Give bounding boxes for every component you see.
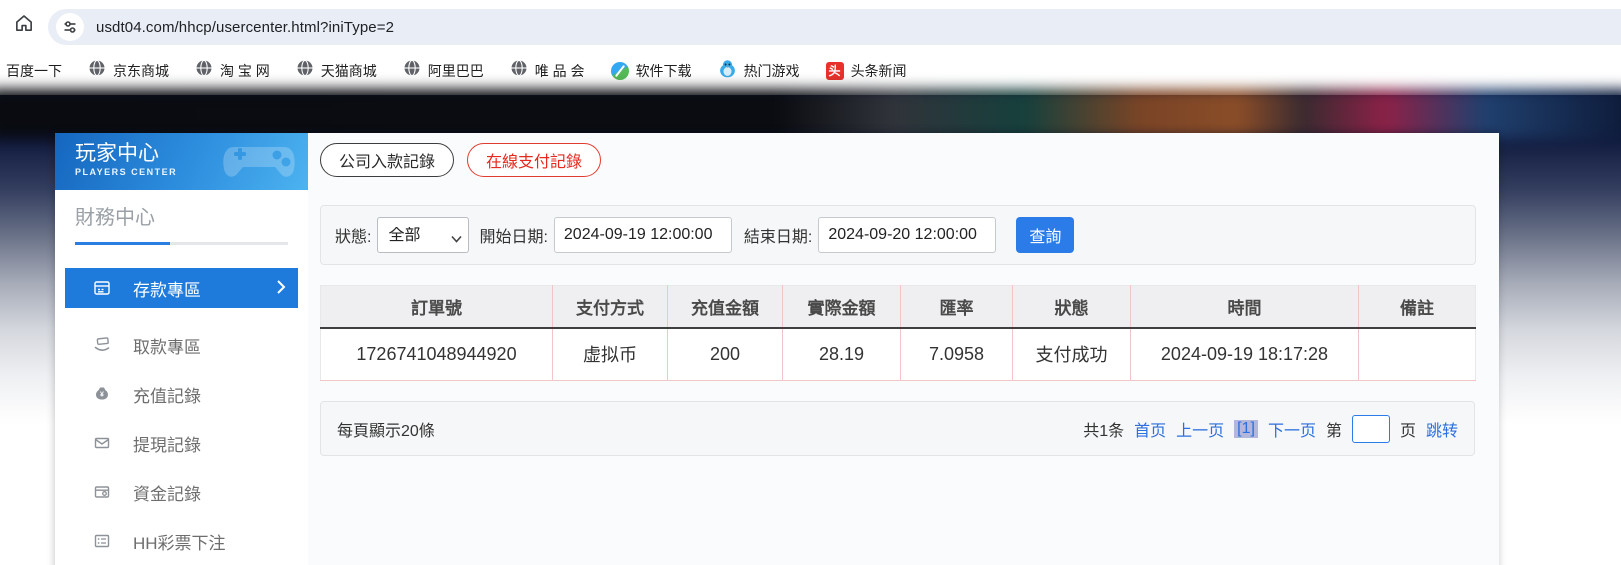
col-order-number: 訂單號	[320, 285, 553, 329]
prev-page-link[interactable]: 上一页	[1176, 417, 1224, 441]
col-exchange-rate: 匯率	[900, 285, 1013, 329]
envelope-cash-icon	[93, 434, 111, 452]
bookmark-baidu[interactable]: 百度一下	[6, 61, 62, 81]
address-bar[interactable]: usdt04.com/hhcp/usercenter.html?iniType=…	[48, 9, 1621, 45]
sidebar-item-withdraw[interactable]: 取款專區	[65, 325, 298, 365]
sidebar-item-label: 提現記錄	[133, 435, 201, 455]
sidebar-item-deposit[interactable]: 存款專區	[65, 268, 298, 308]
col-remark: 備註	[1358, 285, 1476, 329]
table-header-row: 訂單號 支付方式 充值金額 實際金額 匯率 狀態 時間 備註	[320, 285, 1476, 329]
main-content: 公司入款記錄 在線支付記錄 狀態: 全部 開始日期: 結束日期: 查	[308, 133, 1499, 565]
status-select[interactable]: 全部	[377, 217, 470, 253]
finance-center-heading: 財務中心	[75, 207, 155, 229]
tab-company-deposit-records[interactable]: 公司入款記錄	[320, 143, 455, 177]
globe-icon	[88, 59, 106, 82]
bet-list-icon	[93, 532, 111, 550]
bookmark-taobao[interactable]: 淘 宝 网	[195, 59, 270, 82]
tab-online-payment-records[interactable]: 在線支付記錄	[467, 143, 602, 177]
sidebar-item-label: 存款專區	[133, 280, 201, 300]
record-tabs: 公司入款記錄 在線支付記錄	[320, 143, 1476, 177]
sidebar-item-label: 取款專區	[133, 337, 201, 357]
col-actual-amount: 實際金額	[782, 285, 901, 329]
bookmarks-bar: 百度一下 京东商城 淘 宝 网 天猫商城 阿里巴巴 唯 品 会 软件下载 热门游…	[0, 46, 1621, 95]
user-center-panel: 玩家中心 PLAYERS CENTER 財務中心 存款專區 取款專區 ¥ 充值記…	[55, 133, 1499, 565]
sidebar-item-label: 資金記錄	[133, 484, 201, 504]
current-page-indicator: [1]	[1234, 419, 1258, 438]
start-date-input[interactable]	[553, 217, 732, 253]
jump-link[interactable]: 跳转	[1426, 417, 1458, 441]
page-banner	[0, 89, 1621, 139]
wallet-icon	[93, 483, 111, 501]
page-jump-input[interactable]	[1351, 414, 1390, 443]
payment-records-table: 訂單號 支付方式 充值金額 實際金額 匯率 狀態 時間 備註 172674104	[320, 285, 1476, 381]
bookmark-toutiao[interactable]: 头 头条新闻	[825, 61, 907, 81]
filter-bar: 狀態: 全部 開始日期: 結束日期: 查詢	[320, 205, 1476, 265]
col-status: 狀態	[1012, 285, 1131, 329]
total-count-text: 共1条	[1083, 422, 1125, 440]
col-payment-method: 支付方式	[552, 285, 668, 329]
home-icon[interactable]	[12, 11, 36, 35]
bookmark-tmall[interactable]: 天猫商城	[296, 59, 377, 82]
withdraw-hand-icon	[93, 336, 111, 354]
bookmark-vip[interactable]: 唯 品 会	[510, 59, 585, 82]
cell-actual-amount: 28.19	[782, 327, 901, 381]
sidebar-item-withdrawal-records[interactable]: 提現記錄	[65, 423, 298, 463]
sidebar: 玩家中心 PLAYERS CENTER 財務中心 存款專區 取款專區 ¥ 充值記…	[55, 133, 308, 565]
gamepad-icon	[220, 139, 298, 190]
bookmark-software[interactable]: 软件下载	[610, 61, 692, 81]
sidebar-item-recharge-records[interactable]: ¥ 充值記錄	[65, 374, 298, 414]
cell-order-number: 1726741048944920	[320, 327, 553, 381]
globe-icon	[195, 59, 213, 82]
money-bag-icon: ¥	[93, 385, 111, 403]
site-settings-icon[interactable]	[56, 13, 84, 41]
globe-icon	[510, 59, 528, 82]
globe-icon	[403, 59, 421, 82]
cell-exchange-rate: 7.0958	[900, 327, 1013, 381]
bookmark-alibaba[interactable]: 阿里巴巴	[403, 59, 484, 82]
col-time: 時間	[1130, 285, 1359, 329]
browser-toolbar: usdt04.com/hhcp/usercenter.html?iniType=…	[0, 0, 1621, 46]
jump-prefix-text: 第	[1325, 422, 1342, 440]
sidebar-item-lottery-bets[interactable]: HH彩票下注	[65, 521, 298, 561]
sidebar-menu: 存款專區 取款專區 ¥ 充值記錄 提現記錄 資金記錄 HH彩票下注	[55, 268, 308, 561]
cell-remark	[1358, 327, 1476, 381]
page-size-text: 每頁顯示20條	[337, 422, 435, 440]
url-text[interactable]: usdt04.com/hhcp/usercenter.html?iniType=…	[96, 19, 394, 36]
next-page-link[interactable]: 下一页	[1268, 417, 1316, 441]
software-download-icon	[610, 61, 629, 80]
chevron-right-icon	[276, 279, 286, 300]
globe-icon	[296, 59, 314, 82]
deposit-card-icon	[93, 279, 111, 297]
toutiao-icon: 头	[825, 61, 844, 80]
sidebar-item-label: HH彩票下注	[133, 533, 226, 553]
first-page-link[interactable]: 首页	[1134, 417, 1166, 441]
cell-payment-method: 虚拟币	[552, 327, 668, 381]
end-date-input[interactable]	[818, 217, 997, 253]
cell-status: 支付成功	[1012, 327, 1131, 381]
start-date-label: 開始日期:	[479, 229, 548, 246]
svg-text:¥: ¥	[100, 392, 104, 399]
table-row: 1726741048944920 虚拟币 200 28.19 7.0958 支付…	[320, 327, 1476, 381]
page-background: 玩家中心 PLAYERS CENTER 財務中心 存款專區 取款專區 ¥ 充值記…	[0, 89, 1621, 565]
players-center-header: 玩家中心 PLAYERS CENTER	[55, 133, 308, 190]
query-button[interactable]: 查詢	[1016, 217, 1075, 253]
penguin-icon	[718, 59, 737, 83]
jump-suffix-text: 页	[1399, 422, 1416, 440]
bookmark-jd[interactable]: 京东商城	[88, 59, 169, 82]
sidebar-item-label: 充值記錄	[133, 386, 201, 406]
bookmark-games[interactable]: 热门游戏	[718, 59, 800, 83]
status-label: 狀態:	[335, 229, 372, 246]
cell-time: 2024-09-19 18:17:28	[1130, 327, 1359, 381]
cell-recharge-amount: 200	[667, 327, 783, 381]
section-divider	[75, 242, 288, 245]
browser-window: usdt04.com/hhcp/usercenter.html?iniType=…	[0, 0, 1621, 565]
end-date-label: 結束日期:	[743, 229, 813, 246]
pagination-bar: 每頁顯示20條 共1条 首页 上一页 [1] 下一页 第 页 跳转	[320, 401, 1475, 456]
col-recharge-amount: 充值金額	[667, 285, 783, 329]
sidebar-item-fund-records[interactable]: 資金記錄	[65, 472, 298, 512]
